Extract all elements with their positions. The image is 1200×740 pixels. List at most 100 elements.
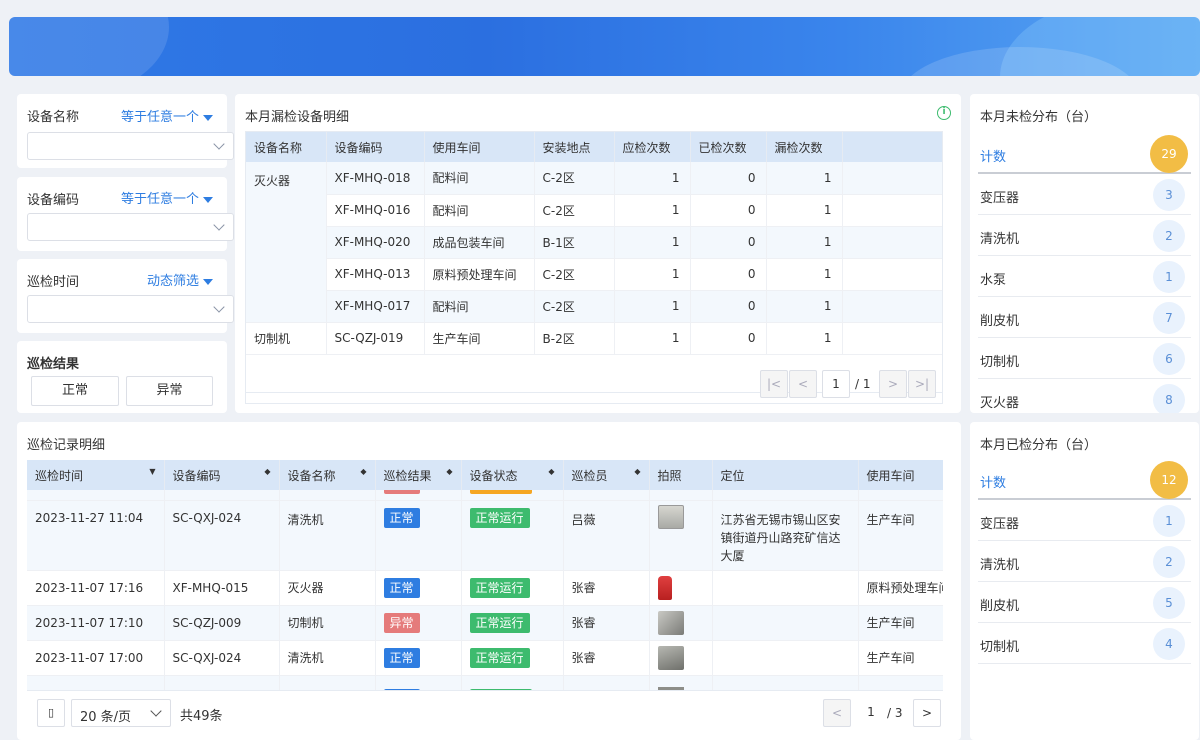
page-size-label: 20 条/页 <box>80 710 132 725</box>
workshop-cell: 原料预处理车间 <box>858 570 943 606</box>
col-header[interactable]: 设备名称 <box>246 132 327 162</box>
col-header-workshop[interactable]: 使用车间 <box>858 460 943 490</box>
table-row[interactable]: 2023-11-07 17:16 XF-MHQ-015 灭火器 正常 正常运行 … <box>27 570 943 606</box>
inspector-cell: 张睿 <box>563 605 650 641</box>
col-header-code[interactable]: 设备编码 ◆ <box>164 460 280 490</box>
machine-photo[interactable] <box>657 610 684 635</box>
done-cell: 0 <box>690 162 767 195</box>
col-header-inspector[interactable]: 巡检员 ◆ <box>563 460 650 490</box>
list-item[interactable]: 水泵 1 <box>978 257 1191 297</box>
due-cell: 1 <box>614 290 691 323</box>
workshop-cell: 原料预处理车间 <box>424 258 535 291</box>
info-icon[interactable]: i <box>937 106 951 120</box>
col-header-result[interactable]: 巡检结果 ◆ <box>375 460 462 490</box>
col-header-location[interactable]: 定位 <box>712 460 859 490</box>
item-name: 切制机 <box>980 640 1020 655</box>
col-header[interactable]: 已检次数 <box>690 132 767 162</box>
machine-photo[interactable] <box>657 645 684 670</box>
list-item[interactable]: 切制机 4 <box>978 624 1191 664</box>
result-normal-button[interactable]: 正常 <box>31 376 119 406</box>
col-header-photo[interactable]: 拍照 <box>649 460 713 490</box>
prev-page-button[interactable]: < <box>789 370 817 398</box>
table-row[interactable]: 2023-11-07 17:10 SC-QZJ-009 切制机 异常 正常运行 … <box>27 605 943 641</box>
filter-mode-dropdown[interactable]: 等于任意一个 <box>121 188 213 207</box>
done-cell: 0 <box>690 226 767 259</box>
col-header[interactable]: 应检次数 <box>614 132 691 162</box>
next-page-button[interactable]: > <box>879 370 907 398</box>
workshop-cell: 生产车间 <box>424 322 535 355</box>
filter-mode-dropdown[interactable]: 动态筛选 <box>147 270 213 289</box>
col-header[interactable]: 设备编码 <box>326 132 425 162</box>
workshop-cell: 生产车间 <box>858 640 943 676</box>
page-size-select[interactable]: 20 条/页 <box>71 699 171 727</box>
count-label: 计数 <box>980 476 1007 491</box>
next-page-button[interactable]: > <box>913 699 941 727</box>
col-header[interactable]: 漏检次数 <box>766 132 843 162</box>
sort-icon: ◆ <box>446 466 453 476</box>
count-badge: 4 <box>1153 628 1185 660</box>
list-item[interactable]: 灭火器 8 <box>978 380 1191 413</box>
device-name-select[interactable] <box>27 132 234 160</box>
column-settings-button[interactable]: ▯ <box>37 699 65 727</box>
col-header-time[interactable]: 巡检时间 ▼ <box>27 460 165 490</box>
device-code-select[interactable] <box>27 213 234 241</box>
page-number-input[interactable]: 1 <box>857 699 885 727</box>
empty-cell <box>842 194 942 227</box>
filter-mode-label: 等于任意一个 <box>120 110 199 125</box>
location-cell: C-2区 <box>534 194 615 227</box>
caret-down-icon <box>203 278 213 285</box>
col-label: 巡检时间 <box>35 468 84 483</box>
table-row[interactable]: 灭火器 XF-MHQ-018 配料间 C-2区 1 0 1 <box>246 162 942 323</box>
workshop-cell: 生产车间 <box>858 500 943 571</box>
filter-mode-dropdown[interactable]: 等于任意一个 <box>121 106 213 125</box>
col-header[interactable]: 使用车间 <box>424 132 535 162</box>
empty-cell <box>842 322 942 355</box>
result-abnormal-button[interactable]: 异常 <box>126 376 213 406</box>
item-name: 灭火器 <box>980 396 1020 411</box>
inspector-cell: 张睿 <box>563 640 650 676</box>
unchecked-distribution-card: 本月未检分布（台） 计数 29 变压器 3 清洗机 2 水泵 1 削皮机 7 切制机 6 灭… <box>970 94 1199 413</box>
extinguisher-photo[interactable] <box>657 575 672 600</box>
location-cell: C-2区 <box>534 290 615 323</box>
page-number-input[interactable]: 1 <box>822 370 850 398</box>
table-row[interactable]: XF-MHQ-013 原料预处理车间 C-2区 1 0 1 <box>246 258 942 291</box>
col-header-name[interactable]: 设备名称 ◆ <box>279 460 376 490</box>
table-row[interactable]: 2023-11-27 11:04 SC-QXJ-024 清洗机 正常 正常运行 … <box>27 500 943 571</box>
table-row[interactable]: 2023-11-07 17:00 SC-QXJ-024 清洗机 正常 正常运行 … <box>27 640 943 676</box>
filter-label: 设备名称 <box>27 110 80 125</box>
card-title: 巡检记录明细 <box>27 438 106 453</box>
inspect-time-select[interactable] <box>27 295 234 323</box>
chevron-down-icon <box>213 219 225 231</box>
item-name: 切制机 <box>980 355 1020 370</box>
list-item[interactable]: 变压器 3 <box>978 175 1191 215</box>
list-item[interactable]: 清洗机 2 <box>978 542 1191 582</box>
code-cell: SC-QZJ-009 <box>164 605 280 641</box>
item-name: 清洗机 <box>980 232 1020 247</box>
col-label: 巡检员 <box>571 468 608 483</box>
list-item[interactable]: 削皮机 7 <box>978 298 1191 338</box>
device-code-cell: XF-MHQ-020 <box>326 226 425 259</box>
list-item[interactable]: 切制机 6 <box>978 339 1191 379</box>
first-page-button[interactable]: |< <box>760 370 788 398</box>
count-badge: 29 <box>1150 135 1188 173</box>
table-row[interactable]: XF-MHQ-016 配料间 C-2区 1 0 1 <box>246 194 942 227</box>
table-row[interactable]: XF-MHQ-017 配料间 C-2区 1 0 1 <box>246 290 942 323</box>
inspector-cell: 张睿 <box>563 570 650 606</box>
col-header-status[interactable]: 设备状态 ◆ <box>461 460 564 490</box>
list-item[interactable]: 变压器 1 <box>978 501 1191 541</box>
time-cell: 2023-11-07 17:16 <box>27 570 165 606</box>
list-item[interactable]: 清洗机 2 <box>978 216 1191 256</box>
code-cell: XF-MHQ-015 <box>164 570 280 606</box>
filter-inspect-time: 巡检时间 动态筛选 <box>17 259 234 333</box>
table-row[interactable]: 切制机 SC-QZJ-019 生产车间 B-2区 1 0 1 <box>246 322 942 355</box>
machine-photo[interactable] <box>657 504 684 529</box>
missed-cell: 1 <box>766 226 843 259</box>
table-row[interactable]: XF-MHQ-020 成品包装车间 B-1区 1 0 1 <box>246 226 942 259</box>
last-page-button[interactable]: >| <box>908 370 936 398</box>
list-item[interactable]: 削皮机 5 <box>978 583 1191 623</box>
sort-icon: ◆ <box>634 466 641 476</box>
location-cell: 江苏省无锡市锡山区安镇街道丹山路兖矿信达大厦 <box>712 500 859 571</box>
missed-table: 设备名称 设备编码 使用车间 安装地点 应检次数 已检次数 漏检次数 灭火器 X… <box>246 132 942 355</box>
col-header[interactable]: 安装地点 <box>534 132 615 162</box>
prev-page-button[interactable]: < <box>823 699 851 727</box>
